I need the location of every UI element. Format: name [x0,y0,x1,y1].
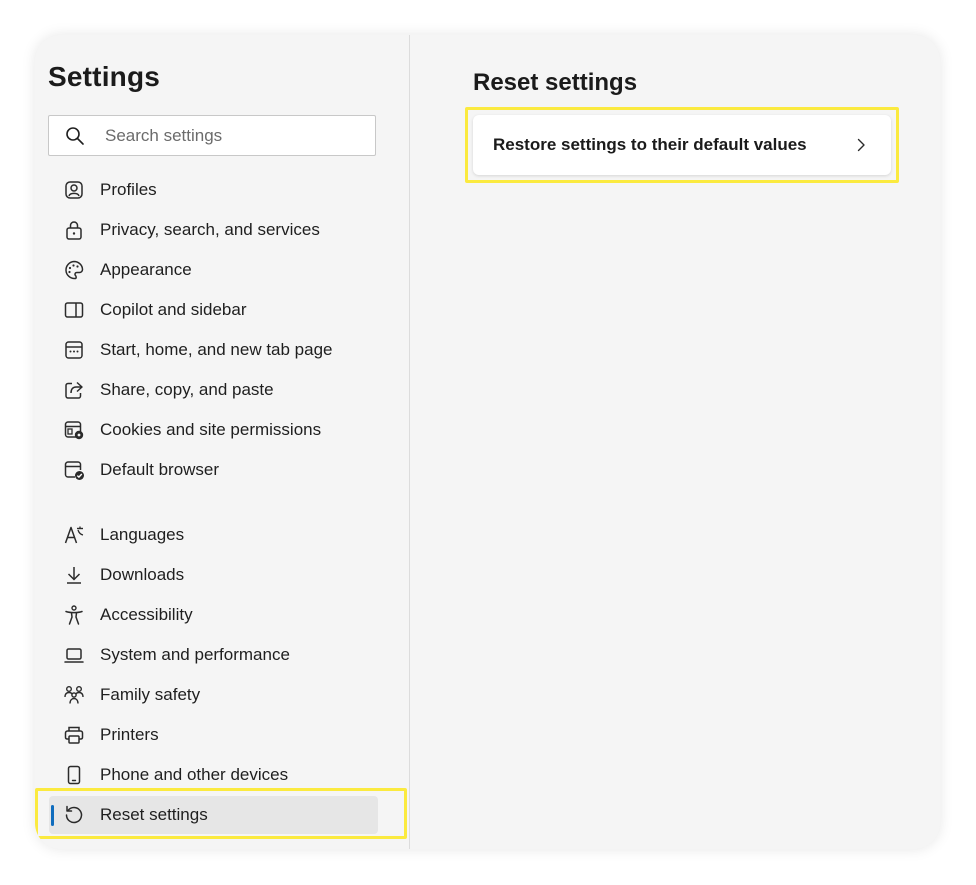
languages-icon [63,524,85,546]
sidebar-item-reset-settings[interactable]: Reset settings [49,796,378,834]
settings-window: Settings Profiles Privacy, search, and s… [35,35,940,849]
accessibility-icon [63,604,85,626]
sidebar-item-family-safety[interactable]: Family safety [49,676,378,714]
share-icon [63,379,85,401]
chevron-right-icon [853,137,869,153]
phone-icon [63,764,85,786]
sidebar-item-label: Appearance [100,260,192,279]
search-icon [65,126,85,146]
sidebar-item-label: System and performance [100,645,290,664]
sidebar-item-label: Phone and other devices [100,765,289,784]
reset-icon [63,804,85,826]
sidebar-item-downloads[interactable]: Downloads [49,556,378,594]
sidebar-item-label: Default browser [100,460,220,479]
sidebar-icon [63,299,85,321]
page-title: Reset settings [473,69,638,96]
sidebar-item-label: Start, home, and new tab page [100,340,333,359]
new-tab-icon [63,339,85,361]
sidebar-item-label: Downloads [100,565,185,584]
sidebar-item-copilot[interactable]: Copilot and sidebar [49,291,378,329]
settings-title: Settings [48,61,161,92]
sidebar-item-share-copy[interactable]: Share, copy, and paste [49,371,378,409]
sidebar-item-label: Reset settings [100,805,208,824]
search-box[interactable] [48,115,376,156]
sidebar-item-languages[interactable]: Languages [49,516,378,554]
sidebar-item-printers[interactable]: Printers [49,716,378,754]
sidebar-item-appearance[interactable]: Appearance [49,251,378,289]
printer-icon [63,724,85,746]
sidebar-item-privacy[interactable]: Privacy, search, and services [49,211,378,249]
sidebar-item-label: Accessibility [100,605,193,624]
cookie-settings-icon [63,419,85,441]
family-icon [63,684,85,706]
active-indicator [51,805,54,826]
sidebar-item-profiles[interactable]: Profiles [49,171,378,209]
sidebar-item-label: Languages [100,525,185,544]
default-browser-icon [63,459,85,481]
restore-defaults-button[interactable]: Restore settings to their default values [473,115,891,175]
lock-icon [63,219,85,241]
sidebar-item-label: Cookies and site permissions [100,420,322,439]
download-icon [63,564,85,586]
sidebar-item-start-home[interactable]: Start, home, and new tab page [49,331,378,369]
sidebar-item-label: Family safety [100,685,201,704]
sidebar-item-accessibility[interactable]: Accessibility [49,596,378,634]
sidebar-item-label: Share, copy, and paste [100,380,274,399]
sidebar: Settings Profiles Privacy, search, and s… [35,35,410,849]
palette-icon [63,259,85,281]
search-input[interactable] [105,116,365,155]
sidebar-item-label: Profiles [100,180,157,199]
laptop-icon [63,644,85,666]
sidebar-item-phone[interactable]: Phone and other devices [49,756,378,794]
profile-icon [63,179,85,201]
sidebar-item-label: Copilot and sidebar [100,300,247,319]
restore-defaults-label: Restore settings to their default values [493,135,807,154]
sidebar-item-label: Privacy, search, and services [100,220,320,239]
sidebar-item-cookies[interactable]: Cookies and site permissions [49,411,378,449]
sidebar-item-default-browser[interactable]: Default browser [49,451,378,489]
sidebar-item-label: Printers [100,725,159,744]
sidebar-item-system[interactable]: System and performance [49,636,378,674]
